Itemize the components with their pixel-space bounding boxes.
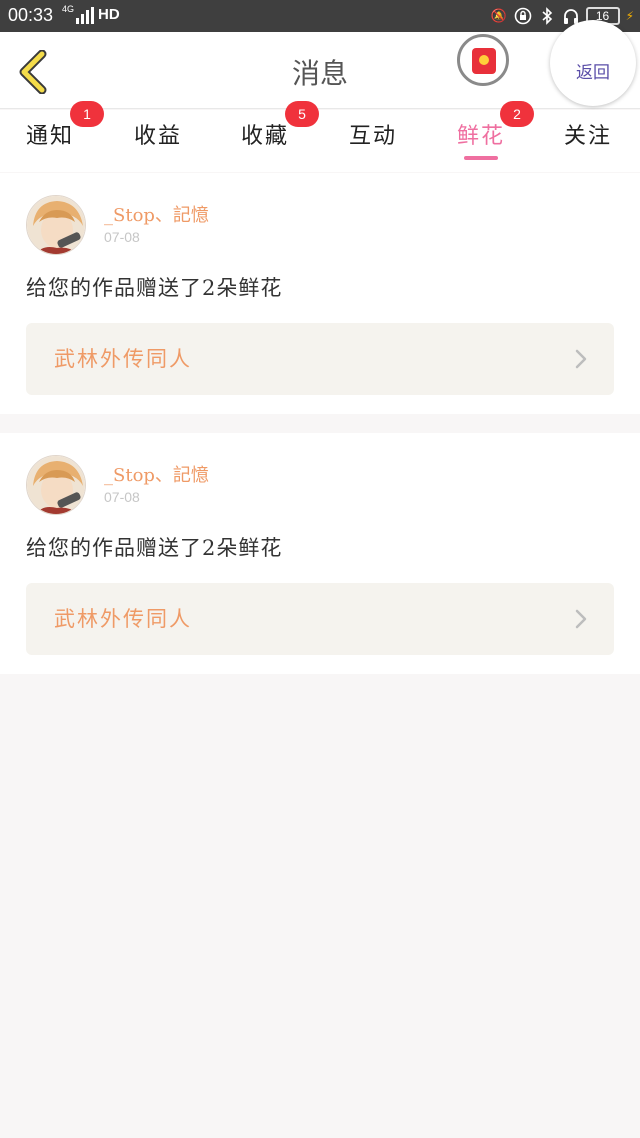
tab-notifications-badge: 1 <box>70 101 104 127</box>
charging-icon: ⚡ <box>625 9 634 23</box>
message-text: 给您的作品赠送了2朵鲜花 <box>26 536 283 560</box>
status-bar: 00:33 4G HD 🔕 16 ⚡ <box>0 0 640 32</box>
red-packet-icon[interactable] <box>457 34 509 86</box>
return-label: 返回 <box>576 63 610 83</box>
lock-rotation-icon <box>514 7 531 25</box>
header: 消息 返回 <box>0 20 640 109</box>
tab-earnings[interactable]: 收益 <box>134 118 182 150</box>
bluetooth-icon <box>542 7 552 25</box>
active-tab-indicator <box>464 156 498 160</box>
username[interactable]: _Stop、記憶 <box>104 201 209 227</box>
page-title: 消息 <box>291 57 348 90</box>
tab-flowers[interactable]: 鲜花 <box>457 118 505 150</box>
return-button[interactable]: 返回 <box>550 20 636 106</box>
work-link[interactable]: 武林外传同人 <box>26 583 614 655</box>
tab-interactions[interactable]: 互动 <box>349 118 397 150</box>
message-date: 07-08 <box>104 229 140 245</box>
tab-notifications[interactable]: 通知 <box>26 118 74 150</box>
chevron-right-icon <box>575 349 587 369</box>
mute-icon: 🔕 <box>490 8 507 24</box>
avatar[interactable] <box>26 195 86 255</box>
work-link[interactable]: 武林外传同人 <box>26 323 614 395</box>
tab-bar: 通知 1 收益 收藏 5 互动 鲜花 2 关注 <box>0 101 640 172</box>
network-type: 4G <box>62 4 75 14</box>
status-time: 00:33 <box>8 5 54 25</box>
message-card: _Stop、記憶 07-08 给您的作品赠送了2朵鲜花 武林外传同人 <box>0 433 640 674</box>
tab-favorites[interactable]: 收藏 <box>241 118 289 150</box>
username[interactable]: _Stop、記憶 <box>104 461 209 487</box>
tab-favorites-badge: 5 <box>285 101 319 127</box>
work-title: 武林外传同人 <box>54 607 192 631</box>
chevron-right-icon <box>575 609 587 629</box>
message-card: _Stop、記憶 07-08 给您的作品赠送了2朵鲜花 武林外传同人 <box>0 173 640 414</box>
message-text: 给您的作品赠送了2朵鲜花 <box>26 276 283 300</box>
avatar[interactable] <box>26 455 86 515</box>
work-title: 武林外传同人 <box>54 347 192 371</box>
hd-indicator: HD <box>98 6 120 23</box>
message-date: 07-08 <box>104 489 140 505</box>
tab-flowers-badge: 2 <box>500 101 534 127</box>
tab-follows[interactable]: 关注 <box>564 118 612 150</box>
signal-icon <box>76 7 94 24</box>
